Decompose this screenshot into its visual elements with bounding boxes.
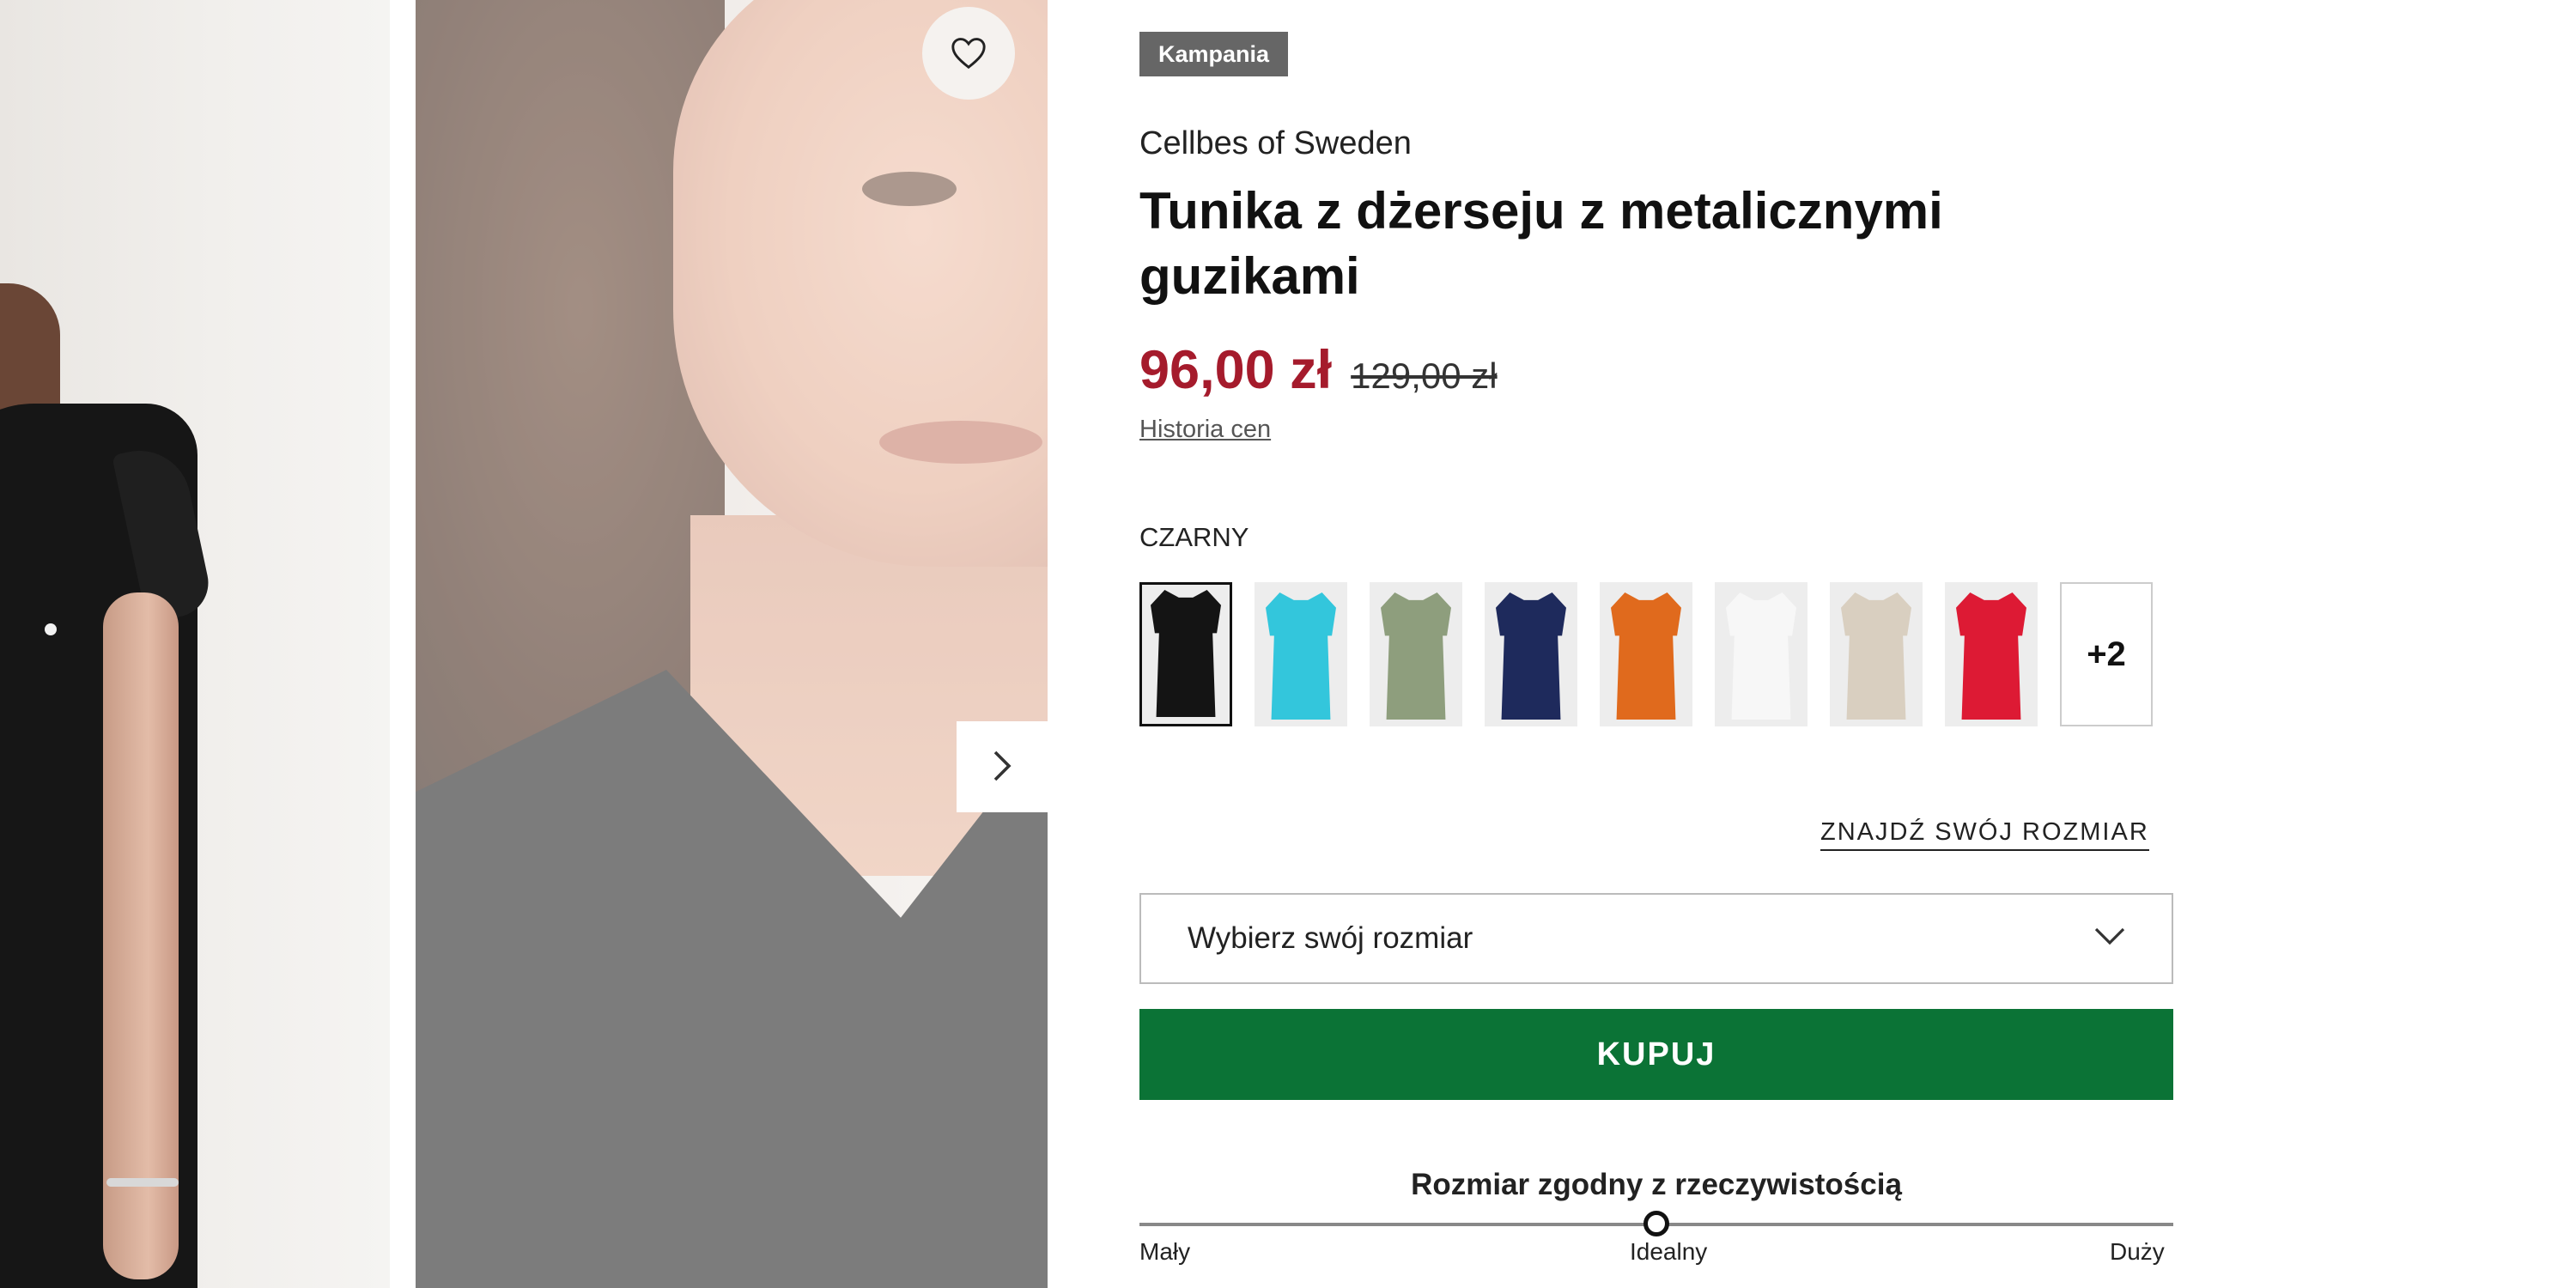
- photo-arm: [103, 592, 179, 1279]
- color-swatches: +2: [1139, 582, 2153, 726]
- chevron-right-icon: [990, 749, 1014, 786]
- brand-name[interactable]: Cellbes of Sweden: [1139, 125, 1412, 162]
- swatch-garment: [1956, 592, 2026, 720]
- campaign-badge: Kampania: [1139, 32, 1289, 76]
- chevron-down-icon: [2094, 927, 2125, 951]
- color-swatch[interactable]: [1715, 582, 1807, 726]
- swatch-garment: [1151, 590, 1221, 717]
- swatch-garment: [1381, 592, 1451, 720]
- color-swatch[interactable]: [1485, 582, 1577, 726]
- photo-button: [45, 623, 57, 635]
- size-select[interactable]: Wybierz swój rozmiar: [1139, 893, 2173, 984]
- price-history-link[interactable]: Historia cen: [1139, 416, 1271, 444]
- color-swatch[interactable]: [1830, 582, 1923, 726]
- color-swatch[interactable]: [1600, 582, 1692, 726]
- fit-scale-marker: [1643, 1211, 1669, 1236]
- gallery-next-button[interactable]: [957, 721, 1048, 812]
- swatch-garment: [1266, 592, 1336, 720]
- gallery-gap: [390, 0, 416, 1288]
- more-colors-button[interactable]: +2: [2060, 582, 2153, 726]
- swatch-garment: [1726, 592, 1796, 720]
- photo-bracelet: [106, 1178, 179, 1187]
- photo-overlay: [416, 0, 1048, 1288]
- product-photo-secondary[interactable]: [0, 0, 390, 1288]
- swatch-garment: [1611, 592, 1681, 720]
- price-row: 96,00 zł 129,00 zł: [1139, 339, 1498, 401]
- selected-color-label: CZARNY: [1139, 522, 1249, 552]
- price-original: 129,00 zł: [1351, 355, 1498, 396]
- color-swatch[interactable]: [1945, 582, 2038, 726]
- fit-indicator-title: Rozmiar zgodny z rzeczywistością: [1411, 1168, 1902, 1201]
- price-current: 96,00 zł: [1139, 340, 1333, 400]
- favorite-button[interactable]: [922, 7, 1015, 100]
- size-select-placeholder: Wybierz swój rozmiar: [1188, 921, 1473, 955]
- product-title: Tunika z dżerseju z metalicznymi guzikam…: [1139, 182, 1943, 305]
- swatch-garment: [1841, 592, 1911, 720]
- color-swatch[interactable]: [1370, 582, 1462, 726]
- fit-label-small: Mały: [1139, 1238, 1191, 1265]
- color-swatch[interactable]: [1255, 582, 1347, 726]
- color-swatch[interactable]: [1139, 582, 1232, 726]
- fit-label-ideal: Idealny: [1630, 1238, 1708, 1265]
- find-your-size-link[interactable]: ZNAJDŹ SWÓJ ROZMIAR: [1820, 818, 2149, 851]
- product-photo-main[interactable]: [416, 0, 1048, 1288]
- fit-label-large: Duży: [2110, 1238, 2165, 1265]
- heart-outline-icon: [950, 35, 987, 72]
- buy-button[interactable]: KUPUJ: [1139, 1009, 2173, 1100]
- swatch-garment: [1496, 592, 1566, 720]
